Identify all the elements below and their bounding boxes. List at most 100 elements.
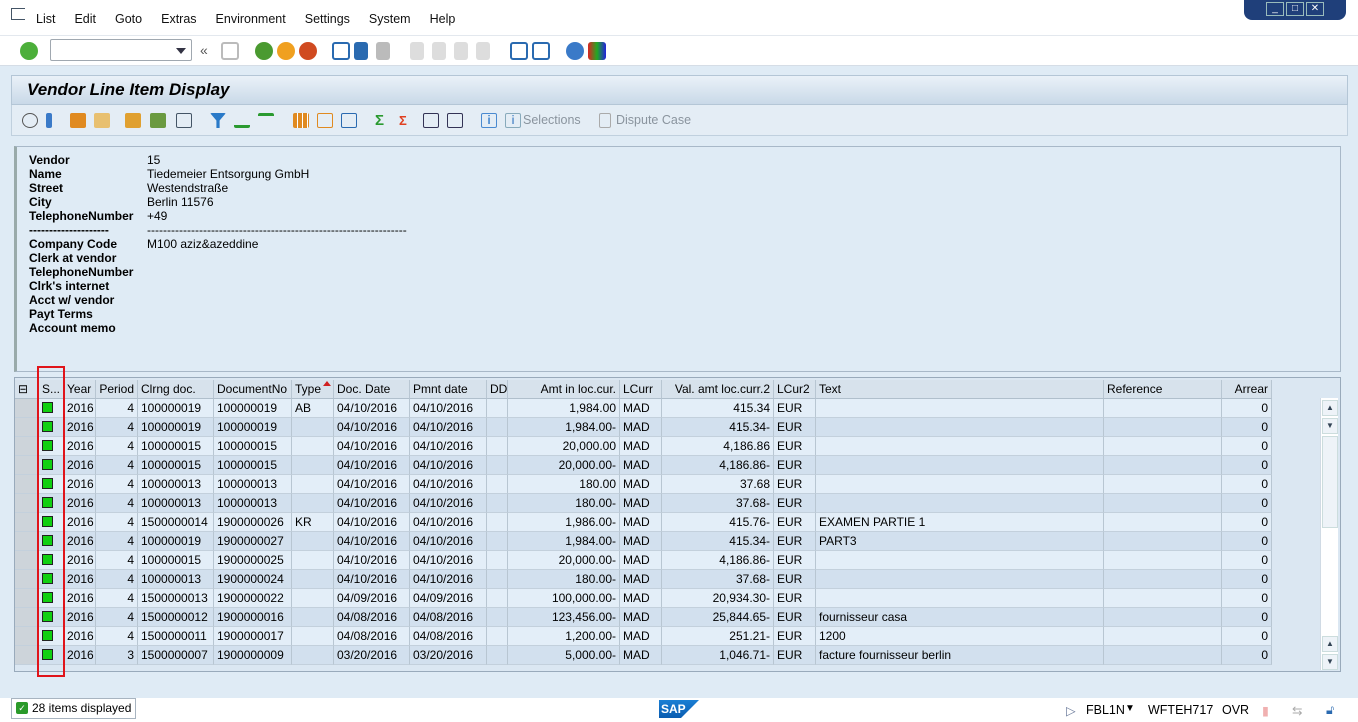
row-selector[interactable] — [15, 608, 39, 627]
cancel-icon[interactable] — [299, 42, 317, 60]
maximize-button[interactable]: □ — [1286, 2, 1304, 16]
column-header[interactable]: Period — [96, 380, 138, 399]
find-icon[interactable] — [354, 42, 368, 60]
table-row[interactable]: 2016 4 1500000014 1900000026 KR 04/10/2016 04/… — [15, 513, 1272, 532]
menu-system[interactable]: System — [369, 12, 411, 26]
column-header[interactable]: LCur2 — [774, 380, 816, 399]
transaction-dropdown-icon[interactable]: ▼ — [1125, 703, 1135, 714]
back-icon[interactable] — [255, 42, 273, 60]
info-icon[interactable]: i — [481, 113, 497, 128]
page-down-icon[interactable]: ▼ — [1322, 654, 1338, 670]
save-icon[interactable] — [221, 42, 239, 60]
row-selector[interactable] — [15, 627, 39, 646]
row-selector[interactable] — [15, 570, 39, 589]
menu-edit[interactable]: Edit — [74, 12, 96, 26]
row-selector[interactable] — [15, 475, 39, 494]
selections-info-icon[interactable]: i — [505, 113, 521, 128]
table-row[interactable]: 2016 4 100000015 100000015 04/10/2016 04/10/2… — [15, 437, 1272, 456]
scroll-up-icon[interactable]: ▲ — [1322, 400, 1338, 416]
row-selector[interactable] — [15, 437, 39, 456]
help-icon[interactable] — [566, 42, 584, 60]
row-selector[interactable] — [15, 646, 39, 665]
minimize-button[interactable]: _ — [1266, 2, 1284, 16]
collapse-totals-icon[interactable] — [447, 113, 463, 128]
row-selector[interactable] — [15, 513, 39, 532]
lock-icon[interactable]: 🔓︎ — [1326, 703, 1334, 718]
layout-icon[interactable] — [293, 113, 309, 128]
page-up-icon[interactable]: ▲ — [1322, 636, 1338, 652]
system-menu-icon[interactable] — [11, 8, 25, 20]
subtotal-icon[interactable]: Σ — [399, 113, 415, 128]
row-selector[interactable] — [15, 589, 39, 608]
chevron-down-icon[interactable] — [176, 48, 186, 54]
enter-icon[interactable] — [20, 42, 38, 60]
dispute-case-button[interactable]: Dispute Case — [616, 113, 691, 127]
find-next-icon[interactable] — [376, 42, 390, 60]
column-header[interactable]: Doc. Date — [334, 380, 410, 399]
choose-layout-icon[interactable] — [317, 113, 333, 128]
dispute-doc-icon[interactable] — [599, 113, 611, 128]
row-selector[interactable] — [15, 456, 39, 475]
glasses-icon[interactable] — [22, 113, 38, 128]
table-row[interactable]: 2016 4 100000013 100000013 04/10/2016 04/10/2… — [15, 494, 1272, 513]
shortcut-icon[interactable] — [532, 42, 550, 60]
column-header[interactable]: Val. amt loc.curr.2 — [662, 380, 774, 399]
table-row[interactable]: 2016 4 1500000013 1900000022 04/09/2016 04/09… — [15, 589, 1272, 608]
column-header[interactable]: Pmnt date — [410, 380, 487, 399]
scroll-down-icon[interactable]: ▼ — [1322, 418, 1338, 434]
search-doc-icon[interactable] — [176, 113, 192, 128]
table-row[interactable]: 2016 4 100000013 100000013 04/10/2016 04/10/2… — [15, 475, 1272, 494]
column-header[interactable]: Arrear — [1222, 380, 1272, 399]
column-header[interactable]: Year — [64, 380, 96, 399]
menu-goto[interactable]: Goto — [115, 12, 142, 26]
table-row[interactable]: 2016 4 100000015 1900000025 04/10/2016 04/10/… — [15, 551, 1272, 570]
expand-status-icon[interactable]: ▷ — [1066, 703, 1076, 718]
column-header[interactable]: LCurr — [620, 380, 662, 399]
collapse-icon[interactable]: « — [200, 42, 218, 60]
last-page-icon[interactable] — [476, 42, 490, 60]
layout-menu-icon[interactable] — [588, 42, 606, 60]
save-layout-icon[interactable] — [341, 113, 357, 128]
column-header[interactable]: Amt in loc.cur. — [508, 380, 620, 399]
row-selector[interactable] — [15, 532, 39, 551]
print-icon[interactable] — [332, 42, 350, 60]
column-header[interactable]: Reference — [1104, 380, 1222, 399]
selections-button[interactable]: Selections — [523, 113, 581, 127]
select-icon[interactable] — [70, 113, 86, 128]
insert-mode[interactable]: OVR — [1222, 703, 1249, 717]
expand-icon[interactable] — [423, 113, 439, 128]
previous-page-icon[interactable] — [432, 42, 446, 60]
select-all-icon[interactable]: ⊟ — [15, 380, 39, 399]
new-session-icon[interactable] — [510, 42, 528, 60]
document-icon[interactable] — [94, 113, 110, 128]
table-row[interactable]: 2016 4 100000013 1900000024 04/10/2016 04/10/… — [15, 570, 1272, 589]
column-header[interactable]: Type — [292, 380, 334, 399]
sum-icon[interactable]: Σ — [375, 113, 391, 128]
table-row[interactable]: 2016 4 100000015 100000015 04/10/2016 04/10/2… — [15, 456, 1272, 475]
table-row[interactable]: 2016 3 1500000007 1900000009 03/20/2016 03/20… — [15, 646, 1272, 665]
command-field[interactable] — [50, 39, 192, 61]
vertical-scrollbar[interactable]: ▲ ▼ ▲ ▼ — [1320, 398, 1338, 670]
menu-list[interactable]: List — [36, 12, 55, 26]
sort-ascending-icon[interactable] — [234, 113, 250, 128]
pencil-icon[interactable] — [46, 113, 52, 128]
column-header[interactable]: Text — [816, 380, 1104, 399]
menu-environment[interactable]: Environment — [216, 12, 286, 26]
table-row[interactable]: 2016 4 100000019 1900000027 04/10/2016 04/10/… — [15, 532, 1272, 551]
table-row[interactable]: 2016 4 1500000012 1900000016 04/08/2016 04/08… — [15, 608, 1272, 627]
row-selector[interactable] — [15, 494, 39, 513]
sort-descending-icon[interactable] — [258, 113, 274, 128]
scroll-thumb[interactable] — [1322, 436, 1338, 528]
table-row[interactable]: 2016 4 1500000011 1900000017 04/08/2016 04/08… — [15, 627, 1272, 646]
row-selector[interactable] — [15, 551, 39, 570]
next-page-icon[interactable] — [454, 42, 468, 60]
menu-extras[interactable]: Extras — [161, 12, 196, 26]
filter-icon[interactable] — [210, 113, 226, 128]
row-selector[interactable] — [15, 418, 39, 437]
first-page-icon[interactable] — [410, 42, 424, 60]
column-header[interactable]: DD — [487, 380, 508, 399]
hierarchy-icon[interactable] — [125, 113, 141, 128]
user-doc-icon[interactable] — [150, 113, 166, 128]
table-row[interactable]: 2016 4 100000019 100000019 AB 04/10/2016 04/10… — [15, 399, 1272, 418]
column-header[interactable]: Clrng doc. — [138, 380, 214, 399]
